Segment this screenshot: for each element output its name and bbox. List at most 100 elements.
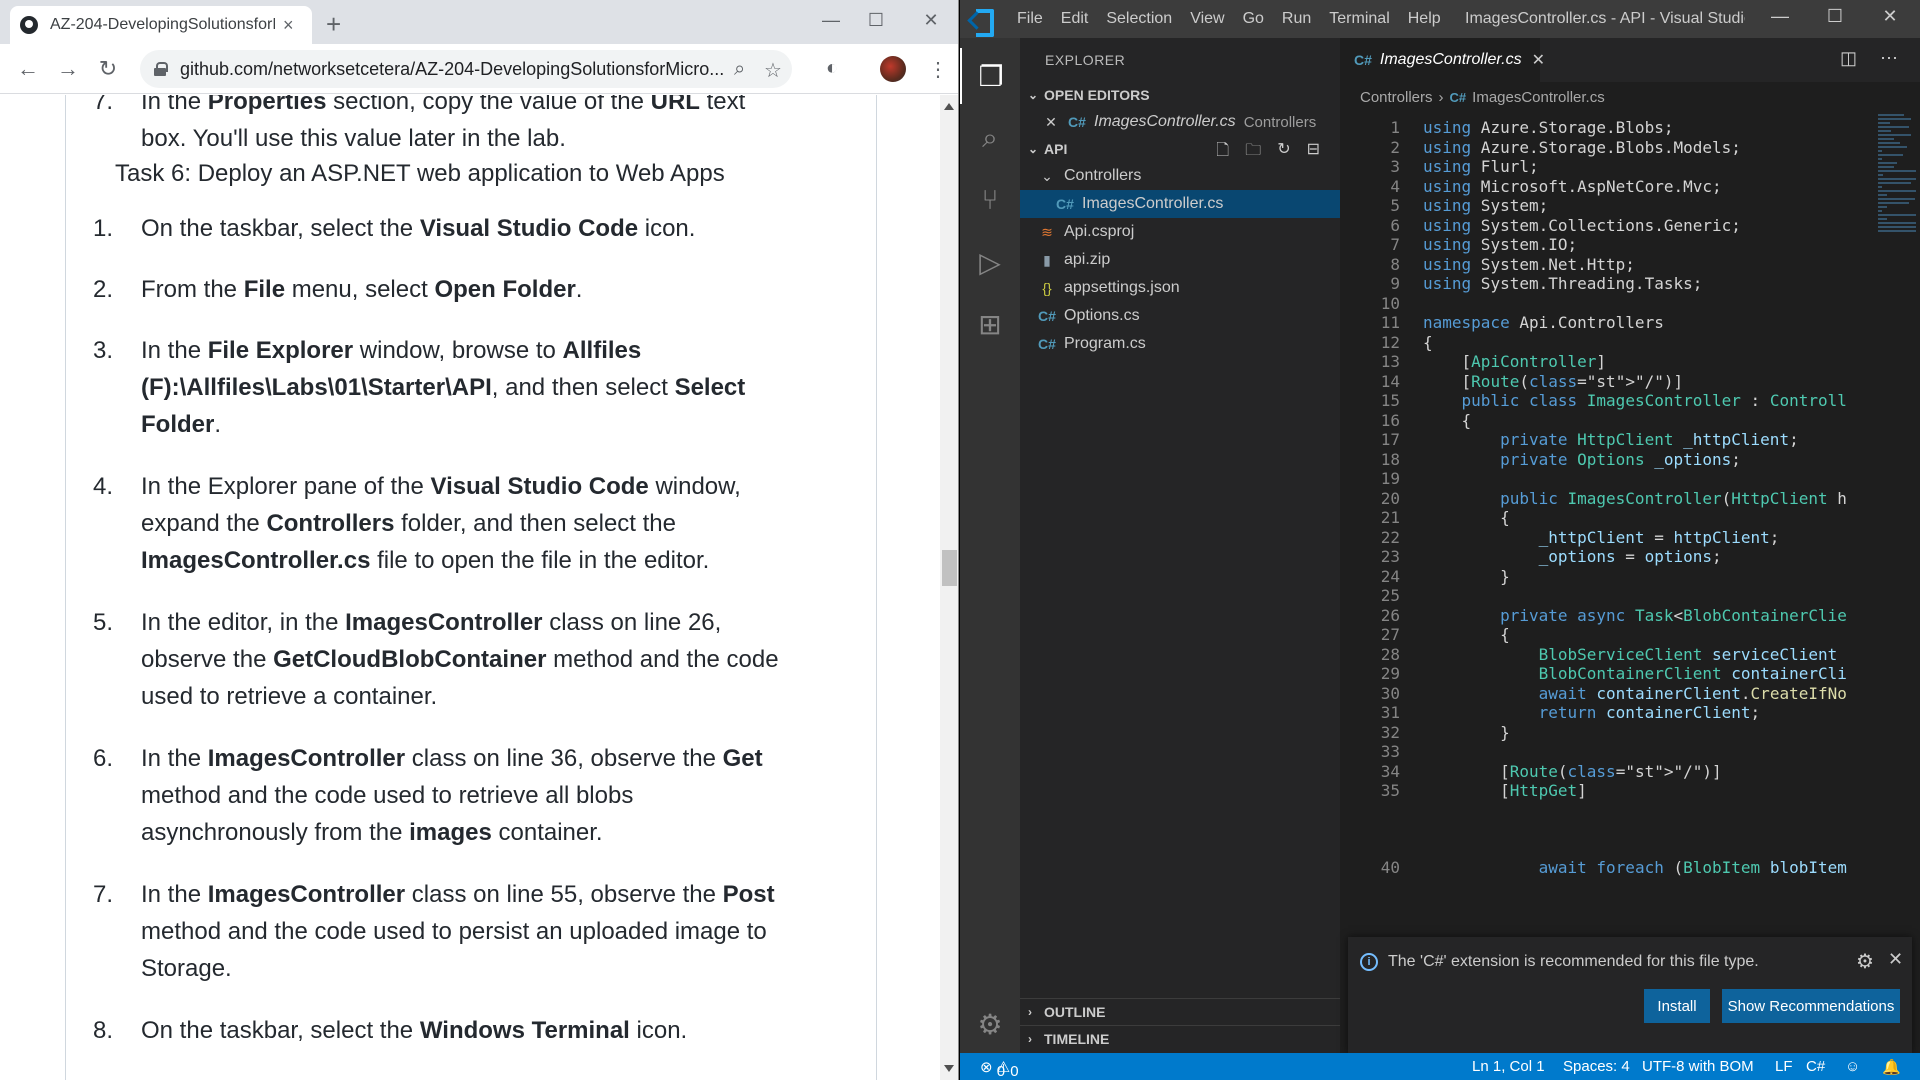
csharp-icon: C# <box>1038 308 1056 324</box>
breadcrumb-folder[interactable]: Controllers <box>1360 89 1433 106</box>
reload-button[interactable]: ↻ <box>94 56 122 82</box>
csharp-icon: C# <box>1038 336 1056 352</box>
source-control-icon[interactable]: ⑂ <box>960 172 1020 228</box>
star-icon[interactable]: ☆ <box>764 58 782 83</box>
title-bar: File Edit Selection View Go Run Terminal… <box>960 0 1920 38</box>
editor-group: C# ImagesController.cs ✕ ◫ ⋯ Controllers… <box>1340 38 1920 1053</box>
tree-item-api-csproj[interactable]: ≋ Api.csproj <box>1020 218 1340 246</box>
circle-icon[interactable]: ◐ <box>826 57 838 80</box>
search-icon[interactable]: ⌕ <box>960 110 1020 166</box>
minimap-line <box>1878 190 1916 192</box>
line-number: 40 <box>1380 858 1400 877</box>
language-mode[interactable]: C# <box>1806 1058 1825 1075</box>
bell-icon[interactable]: 🔔 <box>1882 1058 1901 1076</box>
editor-tab[interactable]: C# ImagesController.cs ✕ <box>1340 38 1545 82</box>
tree-item-api-zip[interactable]: ▮ api.zip <box>1020 246 1340 274</box>
tree-item-options[interactable]: C# Options.cs <box>1020 302 1340 330</box>
menu-terminal[interactable]: Terminal <box>1320 10 1398 28</box>
tree-item-appsettings[interactable]: {} appsettings.json <box>1020 274 1340 302</box>
task-heading: Task 6: Deploy an ASP.NET web applicatio… <box>115 160 725 187</box>
breadcrumb-file[interactable]: ImagesController.cs <box>1472 89 1605 106</box>
minimap[interactable] <box>1878 112 1918 312</box>
tree-item-imagescontroller[interactable]: C# ImagesController.cs <box>1020 190 1340 218</box>
line-number: 35 <box>1380 781 1400 800</box>
gear-icon[interactable]: ⚙ <box>1856 949 1874 974</box>
minimap-line <box>1878 186 1882 188</box>
cursor-position[interactable]: Ln 1, Col 1 <box>1472 1058 1545 1075</box>
open-editors-section[interactable]: ⌄ OPEN EDITORS <box>1020 82 1340 108</box>
extensions-icon[interactable]: ⊞ <box>960 296 1020 352</box>
open-editor-item[interactable]: ✕ C# ImagesController.cs Controllers <box>1020 108 1340 136</box>
breadcrumb: Controllers › C# ImagesController.cs <box>1340 82 1920 112</box>
outline-section[interactable]: › OUTLINE <box>1020 998 1340 1024</box>
timeline-section[interactable]: › TIMELINE <box>1020 1025 1340 1051</box>
indentation[interactable]: Spaces: 4 <box>1563 1058 1630 1075</box>
new-tab-button[interactable]: + <box>326 11 341 37</box>
close-icon[interactable]: ✕ <box>1888 949 1903 970</box>
menu-view[interactable]: View <box>1181 10 1233 28</box>
minimize-button[interactable]: — <box>1760 6 1800 27</box>
show-recommendations-button[interactable]: Show Recommendations <box>1722 989 1900 1023</box>
extension-recommendation-toast: i The 'C#' extension is recommended for … <box>1348 937 1912 1053</box>
menu-run[interactable]: Run <box>1273 10 1320 28</box>
close-window-button[interactable]: ✕ <box>1870 6 1910 27</box>
minimap-line <box>1878 122 1890 124</box>
code-text: await foreach (BlobItem blobItem <box>1538 858 1847 877</box>
avatar[interactable] <box>880 56 906 82</box>
address-bar[interactable]: github.com/networksetcetera/AZ-204-Devel… <box>140 50 792 88</box>
feedback-icon[interactable]: ☺ <box>1845 1058 1860 1075</box>
page-scrollbar[interactable] <box>940 95 958 1080</box>
install-button[interactable]: Install <box>1644 989 1710 1023</box>
desktop: AZ-204-DevelopingSolutionsforM × + — ☐ ✕… <box>0 0 1920 1080</box>
chevron-down-icon: ⌄ <box>1028 88 1039 102</box>
close-window-button[interactable]: ✕ <box>903 0 958 40</box>
menu-file[interactable]: File <box>1008 10 1052 28</box>
split-editor-icon[interactable]: ◫ <box>1840 48 1857 69</box>
browser-tab[interactable]: AZ-204-DevelopingSolutionsforM × <box>10 6 312 44</box>
editor-tabs: C# ImagesController.cs ✕ ◫ ⋯ <box>1340 38 1920 82</box>
back-button[interactable]: ← <box>14 56 42 82</box>
more-actions-icon[interactable]: ⋯ <box>1880 48 1898 69</box>
minimap-line <box>1878 182 1911 184</box>
minimap-line <box>1878 230 1916 232</box>
search-icon[interactable]: ⌕ <box>734 58 745 81</box>
problems-indicator[interactable]: ⊗ 0 ⚠ 0 <box>980 1058 1019 1080</box>
minimap-line <box>1878 206 1887 208</box>
more-vert-icon[interactable]: ⋮ <box>928 57 948 82</box>
info-icon: i <box>1360 953 1378 971</box>
close-icon[interactable]: ✕ <box>1532 50 1545 70</box>
scroll-thumb[interactable] <box>942 550 957 586</box>
encoding[interactable]: UTF-8 with BOM <box>1642 1058 1754 1075</box>
gear-icon[interactable]: ⚙ <box>960 996 1020 1052</box>
menu-go[interactable]: Go <box>1234 10 1273 28</box>
maximize-button[interactable]: ☐ <box>848 0 904 40</box>
menu-edit[interactable]: Edit <box>1052 10 1098 28</box>
tree-item-program[interactable]: C# Program.cs <box>1020 330 1340 358</box>
code-line[interactable]: 35 [HttpGet] <box>1340 779 1900 803</box>
chevron-right-icon: › <box>1028 1004 1032 1019</box>
code-line[interactable]: 40 await foreach (BlobItem blobItem <box>1340 856 1900 880</box>
close-icon[interactable]: ✕ <box>1042 114 1060 131</box>
tab-close-button[interactable]: × <box>283 15 294 36</box>
tree-item-controllers[interactable]: ⌄ Controllers <box>1020 162 1340 190</box>
menu-selection[interactable]: Selection <box>1097 10 1181 28</box>
url-text[interactable]: github.com/networksetcetera/AZ-204-Devel… <box>180 59 740 80</box>
scroll-down-arrow-icon[interactable] <box>944 1065 954 1072</box>
scroll-up-arrow-icon[interactable] <box>944 103 954 110</box>
explorer-icon[interactable]: ❐ <box>960 48 1020 104</box>
zip-icon: ▮ <box>1043 251 1051 268</box>
chevron-right-icon: › <box>1028 1031 1032 1046</box>
activity-bar: ❐ ⌕ ⑂ ▷ ⊞ ⚙ <box>960 38 1020 1053</box>
run-debug-icon[interactable]: ▷ <box>960 234 1020 290</box>
minimap-line <box>1878 226 1916 228</box>
minimap-line <box>1878 158 1882 160</box>
project-section[interactable]: ⌄ API 🗋 🗀 ↻ ⊟ <box>1020 136 1340 162</box>
menu-help[interactable]: Help <box>1399 10 1450 28</box>
list-item: 4. In the Explorer pane of the Visual St… <box>93 473 741 574</box>
list-item: 8. On the taskbar, select the Windows Te… <box>93 1017 688 1044</box>
code-editor[interactable]: 1 using Azure.Storage.Blobs; 2 using Azure.… <box>1340 112 1900 1052</box>
chevron-right-icon: › <box>1438 88 1444 106</box>
forward-button[interactable]: → <box>54 56 82 82</box>
maximize-button[interactable]: ☐ <box>1815 6 1855 27</box>
line-ending[interactable]: LF <box>1775 1058 1793 1075</box>
